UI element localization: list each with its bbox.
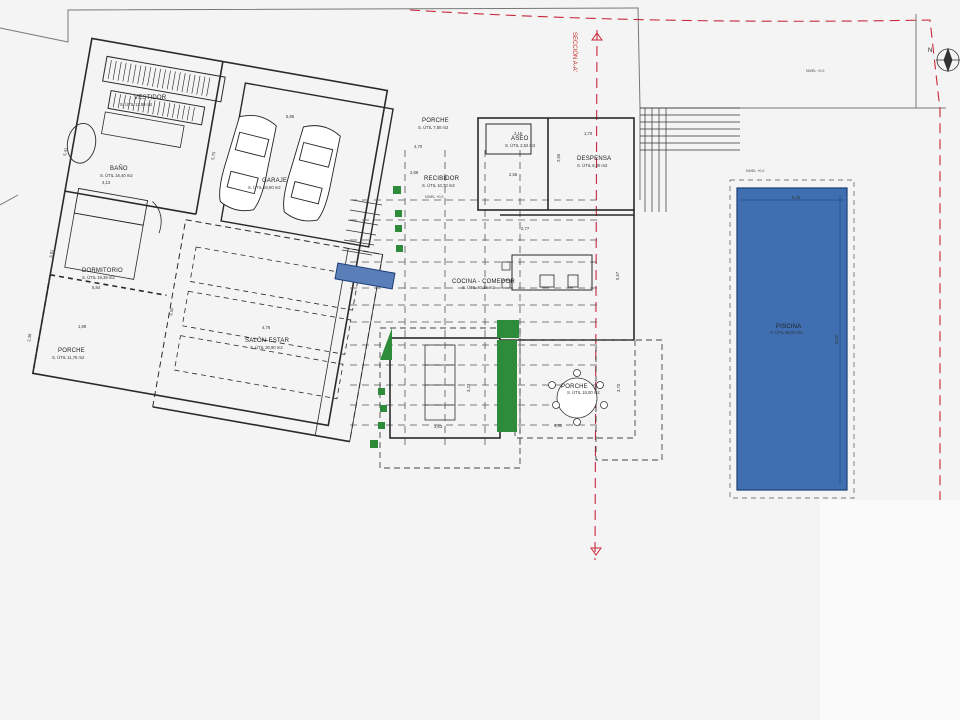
porche-w-area: S. ÚTIL 11,75 m2 [52, 355, 85, 360]
dim-cocina-side: 5,67 [615, 271, 620, 280]
nivel-recibidor: NIVEL +0,0 [425, 195, 443, 199]
dim-pool-length: 10,50 [834, 334, 839, 345]
porche-s-area: S. ÚTIL 18,00 m2 [567, 390, 600, 395]
aseo-area: S. ÚTIL 2,52 m2 [505, 143, 536, 148]
vestidor-name: VESTIDOR [134, 95, 167, 101]
recibidor-name: RECIBIDOR [424, 176, 460, 182]
salon-area: S. ÚTIL 30,90 m2 [250, 345, 283, 350]
dim-salon-top: 4,76 [262, 325, 271, 330]
section-label: SECCIÓN A-A' [571, 32, 578, 72]
floor-plan: SECCIÓN A-A' N VESTIDOR S. ÚTIL 11,50 m2… [0, 0, 960, 720]
aseo-name: ASEO [511, 136, 529, 142]
porche-w-name: PORCHE [58, 348, 85, 354]
dim-cocina-top: 2,77 [521, 226, 530, 231]
dim-despensa-top: 1,70 [584, 131, 593, 136]
north-label: N [928, 48, 932, 54]
despensa-area: S. ÚTIL 6,30 m2 [577, 163, 608, 168]
nivel-terrace: NIVEL +0,0 [746, 169, 764, 173]
dim-pool-width: 5,25 [792, 195, 801, 200]
dim-bano-bottom: 4,13 [102, 180, 111, 185]
dormitorio-area: S. ÚTIL 19,38 m2 [82, 275, 115, 280]
dim-dorm-bottom: 5,84 [92, 285, 101, 290]
salon-name: SALÓN-ESTAR [245, 337, 290, 344]
dim-comedor-side: 3,23 [466, 383, 471, 392]
despensa-name: DESPENSA [577, 156, 611, 162]
dim-aseo-bottom: 2,55 [509, 172, 518, 177]
swimming-pool [736, 187, 848, 491]
dim-porche-w: 1,89 [78, 324, 87, 329]
cocina-area: S. ÚTIL 40,14 m2 [462, 285, 495, 290]
dormitorio-name: DORMITORIO [82, 268, 123, 274]
dim-despensa-side: 2,65 [556, 153, 561, 162]
porche-n-area: S. ÚTIL 7,50 m2 [418, 125, 449, 130]
nivel-pool-top: NIVEL +0,0 [806, 69, 824, 73]
garaje-area: S. ÚTIL 34,90 m2 [248, 185, 281, 190]
dim-recibidor: 2,86 [410, 170, 419, 175]
piscina-area: S. ÚTIL 56,00 m2 [770, 330, 803, 335]
dim-porche-n: 4,70 [414, 144, 423, 149]
bano-name: BAÑO [110, 165, 128, 172]
dim-porche-s-side: 3,70 [616, 383, 621, 392]
garaje-name: GARAJE [262, 178, 287, 184]
bano-area: S. ÚTIL 16,40 m2 [100, 173, 133, 178]
dim-comedor-bottom: 3,63 [434, 424, 443, 429]
scan-paper-patch [820, 500, 960, 720]
porche-n-name: PORCHE [422, 118, 449, 124]
dim-porche-s-bottom: 4,30 [554, 423, 563, 428]
dim-aseo-top: 2,15 [514, 131, 523, 136]
recibidor-area: S. ÚTIL 10,70 m2 [422, 183, 455, 188]
vestidor-area: S. ÚTIL 11,50 m2 [120, 102, 153, 107]
dim-garage-top: 5,85 [286, 114, 295, 119]
